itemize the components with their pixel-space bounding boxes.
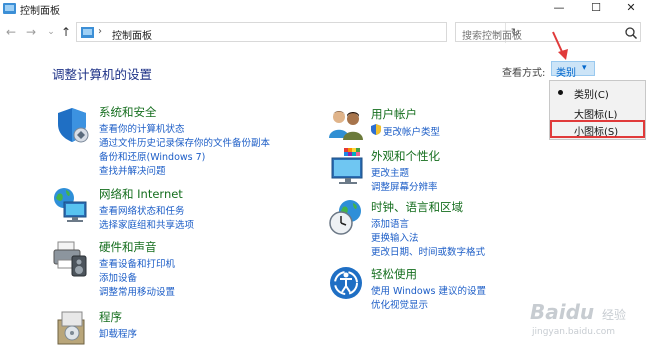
category-title-clock-region[interactable]: 时钟、语言和区域 (371, 199, 463, 215)
appearance-monitor-icon[interactable] (326, 146, 366, 186)
clock-globe-icon[interactable] (326, 197, 366, 237)
link-troubleshoot[interactable]: 查找并解决问题 (99, 163, 166, 177)
link-devices-printers[interactable]: 查看设备和打印机 (99, 256, 175, 270)
control-panel-icon (3, 3, 16, 14)
up-button[interactable]: ↑ (59, 25, 73, 39)
link-mobility-settings[interactable]: 调整常用移动设置 (99, 284, 175, 298)
page-title: 调整计算机的设置 (52, 67, 153, 82)
chevron-down-icon: ▾ (582, 63, 587, 73)
link-uninstall-program[interactable]: 卸载程序 (99, 326, 137, 340)
search-placeholder: 搜索控制面板 (462, 31, 522, 42)
link-date-time-format[interactable]: 更改日期、时间或数字格式 (371, 244, 485, 258)
link-add-language[interactable]: 添加语言 (371, 216, 409, 230)
search-box[interactable]: 搜索控制面板 (455, 22, 641, 42)
link-change-input-method[interactable]: 更换输入法 (371, 230, 419, 244)
watermark-url: jingyan.baidu.com (532, 327, 616, 337)
ease-of-access-icon[interactable] (326, 263, 366, 303)
menu-item-category[interactable]: 类别(C) (550, 83, 645, 101)
category-title-ease-of-access[interactable]: 轻松使用 (371, 266, 417, 282)
search-icon[interactable] (624, 26, 638, 40)
address-bar[interactable]: › 控制面板 ⌄ ↻ (76, 22, 520, 43)
category-title-appearance[interactable]: 外观和个性化 (371, 148, 440, 164)
menu-item-small-icons[interactable]: 小图标(S) (550, 120, 645, 138)
view-by-value: 类别 (556, 68, 576, 79)
title-bar: 控制面板 — ☐ ✕ (0, 0, 646, 18)
minimize-button[interactable]: — (544, 0, 574, 18)
link-change-theme[interactable]: 更改主题 (371, 165, 409, 179)
maximize-button[interactable]: ☐ (581, 0, 611, 18)
menu-item-label: 类别(C) (574, 90, 609, 101)
watermark-brand: Baidu (530, 300, 595, 324)
watermark-sub: 经验 (602, 308, 627, 322)
category-title-hardware-sound[interactable]: 硬件和声音 (99, 239, 157, 255)
programs-icon[interactable] (52, 306, 92, 346)
category-title-user-accounts[interactable]: 用户帐户 (371, 106, 417, 122)
link-backup-restore[interactable]: 备份和还原(Windows 7) (99, 149, 205, 163)
link-change-account-type[interactable]: 更改帐户类型 (383, 124, 440, 138)
breadcrumb-control-panel[interactable]: 控制面板 (112, 27, 152, 42)
control-panel-icon (81, 27, 94, 38)
baidu-watermark: Baidu 经验 jingyan.baidu.com (530, 300, 646, 356)
menu-item-large-icons[interactable]: 大图标(L) (550, 103, 645, 121)
close-button[interactable]: ✕ (616, 0, 646, 18)
shield-icon[interactable] (52, 104, 92, 144)
printer-speaker-icon[interactable] (50, 238, 90, 278)
link-add-device[interactable]: 添加设备 (99, 270, 137, 284)
category-title-network[interactable]: 网络和 Internet (99, 186, 183, 202)
menu-item-label: 小图标(S) (574, 127, 619, 138)
category-title-programs[interactable]: 程序 (99, 309, 122, 325)
back-button[interactable]: ← (4, 25, 18, 39)
network-globe-icon[interactable] (50, 184, 90, 224)
link-recommended-settings[interactable]: 使用 Windows 建议的设置 (371, 283, 486, 297)
forward-button[interactable]: → (24, 25, 38, 39)
link-screen-resolution[interactable]: 调整屏幕分辨率 (371, 179, 438, 193)
user-accounts-icon[interactable] (326, 104, 366, 144)
view-by-label: 查看方式: (502, 68, 546, 79)
annotation-arrow-icon (552, 31, 568, 60)
window-title: 控制面板 (20, 6, 60, 17)
link-optimize-display[interactable]: 优化视觉显示 (371, 297, 428, 311)
link-homegroup[interactable]: 选择家庭组和共享选项 (99, 217, 194, 231)
link-view-computer-status[interactable]: 查看你的计算机状态 (99, 121, 185, 135)
view-by-menu: 类别(C) 大图标(L) 小图标(S) (549, 80, 646, 140)
breadcrumb-separator[interactable]: › (98, 26, 102, 37)
category-title-system-security[interactable]: 系统和安全 (99, 104, 157, 120)
uac-shield-icon (371, 124, 381, 135)
recent-locations-button[interactable]: ⌄ (44, 25, 58, 39)
link-network-status[interactable]: 查看网络状态和任务 (99, 203, 185, 217)
view-by-dropdown[interactable]: 类别 ▾ (551, 61, 595, 79)
menu-item-label: 大图标(L) (574, 110, 618, 121)
selected-bullet-icon (558, 90, 563, 95)
link-file-history[interactable]: 通过文件历史记录保存你的文件备份副本 (99, 135, 270, 149)
